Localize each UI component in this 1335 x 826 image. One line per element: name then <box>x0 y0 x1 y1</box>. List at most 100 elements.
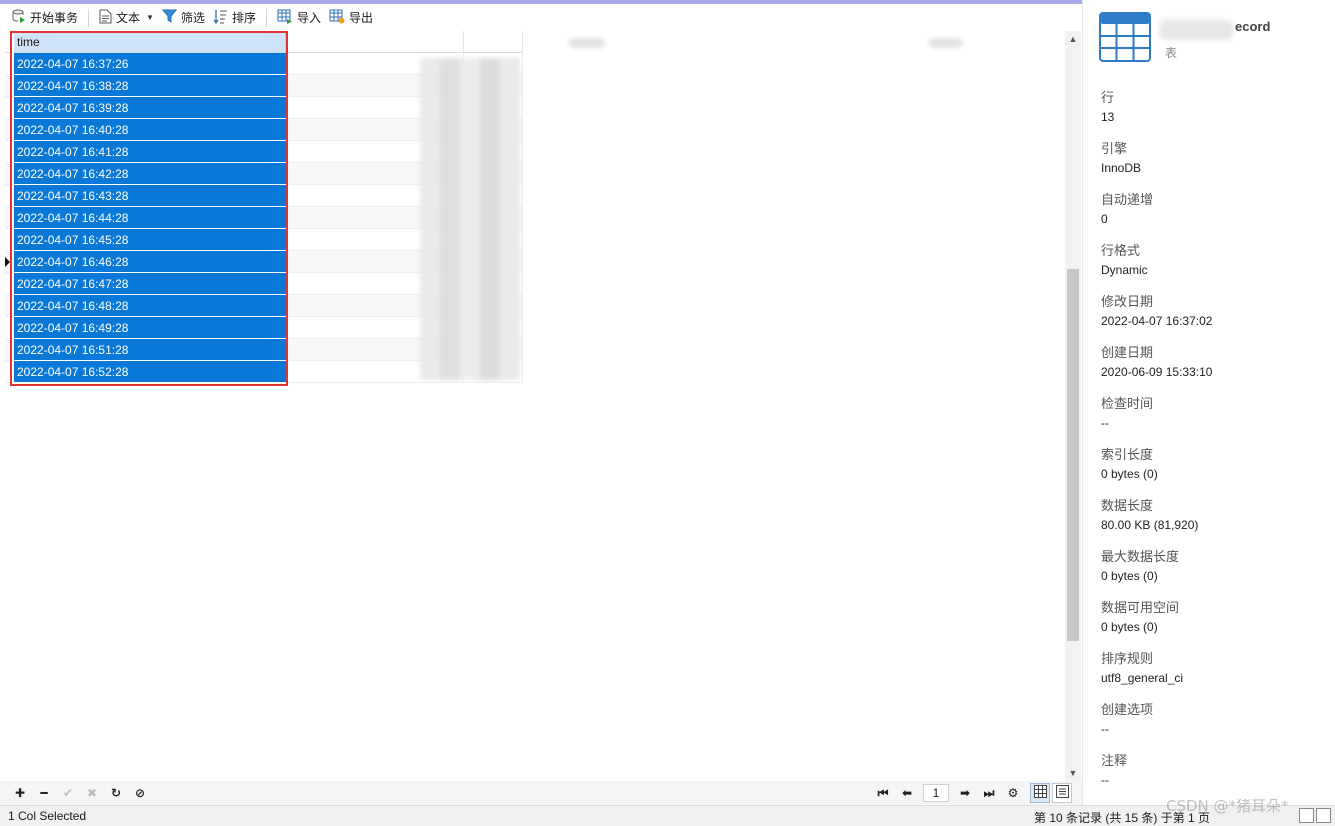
scroll-up-icon[interactable]: ▲ <box>1065 31 1081 47</box>
panel-toggle-group <box>1299 808 1331 823</box>
time-cell[interactable]: 2022-04-07 16:41:28 <box>14 141 286 163</box>
time-cell[interactable]: 2022-04-07 16:49:28 <box>14 317 286 339</box>
grid-view-button[interactable] <box>1030 783 1050 803</box>
data-workspace: 开始事务 文本 ▼ 筛选 排序 导入 导出 time 2022-04-07 16… <box>0 0 1082 826</box>
redacted-blur <box>1159 20 1234 40</box>
property-label: 自动递增 <box>1101 192 1154 207</box>
property-check-time: 检查时间 -- <box>1101 396 1321 447</box>
column-header-redacted[interactable] <box>286 31 605 53</box>
property-value: 2020-06-09 15:33:10 <box>1101 365 1213 379</box>
toolbar: 开始事务 文本 ▼ 筛选 排序 导入 导出 <box>0 4 1082 31</box>
first-page-icon: ⏮ <box>877 785 889 800</box>
property-value: 0 bytes (0) <box>1101 620 1158 634</box>
pagination: ⏮ ⬅ 1 ➡ ⏭ ⚙ <box>871 783 1025 803</box>
redacted-blur <box>569 38 605 48</box>
grid-header-row: time <box>5 31 963 53</box>
time-cell[interactable]: 2022-04-07 16:42:28 <box>14 163 286 185</box>
time-cell[interactable]: 2022-04-07 16:47:28 <box>14 273 286 295</box>
minus-icon: ━ <box>40 786 48 800</box>
column-header-redacted[interactable] <box>464 31 963 53</box>
next-page-button[interactable]: ➡ <box>953 783 977 803</box>
previous-page-button[interactable]: ⬅ <box>895 783 919 803</box>
property-value: 2022-04-07 16:37:02 <box>1101 314 1213 328</box>
first-page-button[interactable]: ⏮ <box>871 783 895 803</box>
property-label: 行格式 <box>1101 243 1141 258</box>
property-value: InnoDB <box>1101 161 1142 175</box>
table-icon <box>1099 12 1151 62</box>
property-row-format: 行格式 Dynamic <box>1101 243 1321 294</box>
property-created-date: 创建日期 2020-06-09 15:33:10 <box>1101 345 1321 396</box>
scroll-down-icon[interactable]: ▼ <box>1065 765 1081 781</box>
begin-transaction-label: 开始事务 <box>30 11 79 25</box>
toolbar-divider <box>88 8 90 27</box>
document-icon <box>99 9 112 27</box>
arrow-left-icon: ⬅ <box>901 786 913 800</box>
export-button[interactable]: 导出 <box>325 7 377 29</box>
import-button[interactable]: 导入 <box>273 7 325 29</box>
property-collation: 排序规则 utf8_general_ci <box>1101 651 1321 702</box>
property-value: -- <box>1101 722 1109 736</box>
filter-button[interactable]: 筛选 <box>158 7 209 29</box>
import-label: 导入 <box>296 11 321 25</box>
time-cell[interactable]: 2022-04-07 16:51:28 <box>14 339 286 361</box>
add-record-button[interactable]: ✚ <box>8 783 32 803</box>
import-table-icon <box>277 9 293 27</box>
panel-toggle-icon[interactable] <box>1316 808 1331 823</box>
refresh-icon: ↻ <box>110 786 122 800</box>
property-label: 行 <box>1101 90 1115 105</box>
time-cell[interactable]: 2022-04-07 16:48:28 <box>14 295 286 317</box>
filter-funnel-icon <box>161 9 178 26</box>
begin-transaction-button[interactable]: 开始事务 <box>8 7 82 29</box>
gear-icon: ⚙ <box>1007 786 1019 800</box>
property-auto-increment: 自动递增 0 <box>1101 192 1321 243</box>
scrollbar-thumb[interactable] <box>1067 269 1079 641</box>
apply-changes-button[interactable]: ✔ <box>56 783 80 803</box>
text-label: 文本 <box>116 11 141 25</box>
pager-settings-button[interactable]: ⚙ <box>1001 783 1025 803</box>
column-header-time[interactable]: time <box>14 31 286 53</box>
form-view-button[interactable] <box>1052 783 1072 803</box>
property-label: 索引长度 <box>1101 447 1154 462</box>
discard-changes-button[interactable]: ✖ <box>80 783 104 803</box>
text-menu-button[interactable]: 文本 ▼ <box>95 7 158 29</box>
panel-toggle-icon[interactable] <box>1299 808 1314 823</box>
time-cell[interactable]: 2022-04-07 16:39:28 <box>14 97 286 119</box>
time-cell[interactable]: 2022-04-07 16:46:28 <box>14 251 286 273</box>
property-value: -- <box>1101 773 1109 787</box>
time-cell[interactable]: 2022-04-07 16:37:26 <box>14 53 286 75</box>
time-cell[interactable]: 2022-04-07 16:44:28 <box>14 207 286 229</box>
property-label: 创建日期 <box>1101 345 1154 360</box>
vertical-scrollbar[interactable]: ▲ ▼ <box>1065 31 1081 781</box>
filter-label: 筛选 <box>180 11 205 25</box>
last-page-button[interactable]: ⏭ <box>977 783 1001 803</box>
property-modified-date: 修改日期 2022-04-07 16:37:02 <box>1101 294 1321 345</box>
stop-button[interactable]: ⊘ <box>128 783 152 803</box>
property-label: 注释 <box>1101 753 1128 768</box>
status-bar: 1 Col Selected 第 10 条记录 (共 15 条) 于第 1 页 <box>0 805 1335 826</box>
time-cell[interactable]: 2022-04-07 16:43:28 <box>14 185 286 207</box>
time-cell[interactable]: 2022-04-07 16:45:28 <box>14 229 286 251</box>
property-value: 0 bytes (0) <box>1101 467 1158 481</box>
watermark: CSDN @*猪耳朵* <box>1166 797 1289 815</box>
refresh-button[interactable]: ↻ <box>104 783 128 803</box>
time-cell[interactable]: 2022-04-07 16:38:28 <box>14 75 286 97</box>
object-name: ecord <box>1235 19 1271 34</box>
plus-icon: ✚ <box>14 786 26 800</box>
delete-record-button[interactable]: ━ <box>32 783 56 803</box>
form-view-icon <box>1055 785 1069 801</box>
export-label: 导出 <box>349 11 374 25</box>
time-cell[interactable]: 2022-04-07 16:52:28 <box>14 361 286 383</box>
property-label: 数据可用空间 <box>1101 600 1180 615</box>
object-type: 表 <box>1165 46 1178 60</box>
property-engine: 引擎 InnoDB <box>1101 141 1321 192</box>
time-cell[interactable]: 2022-04-07 16:40:28 <box>14 119 286 141</box>
redacted-column-blur <box>420 58 520 380</box>
object-info-panel: ecord 表 行 13 引擎 InnoDB 自动递增 0 行格式 Dynamic 修改… <box>1082 0 1335 805</box>
redacted-blur <box>929 38 963 48</box>
sort-button[interactable]: 排序 <box>209 7 260 29</box>
property-index-length: 索引长度 0 bytes (0) <box>1101 447 1321 498</box>
property-label: 检查时间 <box>1101 396 1154 411</box>
page-number-input[interactable]: 1 <box>923 784 949 802</box>
sort-icon <box>213 9 228 27</box>
property-label: 创建选项 <box>1101 702 1154 717</box>
